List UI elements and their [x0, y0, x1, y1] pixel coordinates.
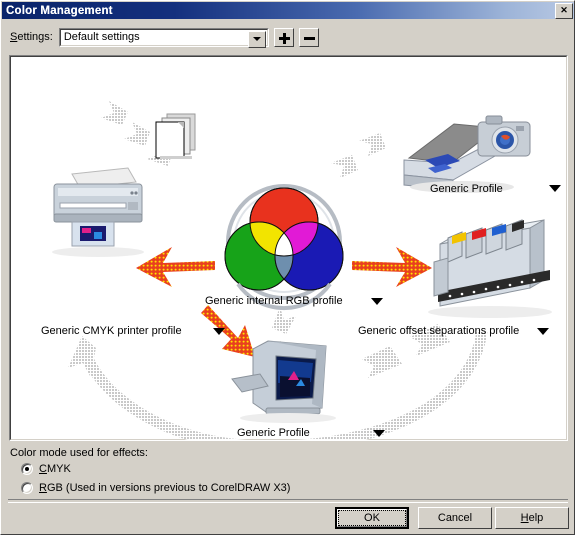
settings-combobox[interactable]: Default settings [58, 27, 269, 48]
rgb-profile-label: Generic internal RGB profile [205, 295, 343, 307]
offset-profile-label: Generic offset separations profile [358, 325, 520, 337]
help-button[interactable]: Help [495, 507, 569, 529]
radio-rgb[interactable]: RGB (Used in versions previous to CorelD… [21, 482, 290, 494]
rgb-venn-icon [224, 184, 344, 311]
radio-cmyk[interactable]: CMYK [21, 463, 71, 475]
arrow-rgb-to-monitor [201, 305, 255, 357]
offset-profile-dropdown-icon[interactable] [537, 328, 549, 335]
printer-profile-label: Generic CMYK printer profile [41, 325, 182, 337]
rgb-profile-dropdown-icon[interactable] [371, 298, 383, 305]
settings-label: Settings: [10, 31, 53, 43]
color-management-dialog: Color Management ✕ Settings: Default set… [0, 0, 575, 535]
settings-row: Settings: Default settings [10, 27, 570, 48]
scanner-camera-icon [403, 115, 531, 193]
printer-profile-dropdown-icon[interactable] [213, 328, 225, 335]
arrow-rgb-to-printer [136, 247, 215, 287]
printer-icon [52, 167, 144, 257]
arrow-rgb-to-offset [352, 247, 432, 287]
title-bar-buttons: ✕ [555, 2, 573, 19]
close-icon[interactable]: ✕ [555, 2, 573, 19]
add-settings-button[interactable] [273, 27, 294, 47]
title-bar[interactable]: Color Management ✕ [2, 2, 574, 19]
chevron-down-icon[interactable] [247, 30, 266, 48]
window-title: Color Management [6, 4, 113, 17]
scanner-profile-dropdown-icon[interactable] [549, 185, 561, 192]
remove-settings-button[interactable] [298, 27, 319, 47]
radio-cmyk-indicator[interactable] [21, 463, 33, 475]
ok-button[interactable]: OK [335, 507, 409, 529]
radio-cmyk-label: CMYK [39, 463, 71, 475]
color-workflow-diagram: Generic Profile Generic internal RGB pro… [9, 55, 568, 441]
documents-icon [155, 113, 196, 159]
footer-divider [8, 499, 568, 503]
arrow-scanner-to-rgb [331, 133, 386, 178]
scanner-profile-label: Generic Profile [430, 183, 503, 195]
monitor-profile-label: Generic Profile [237, 427, 310, 439]
radio-rgb-label: RGB (Used in versions previous to CorelD… [39, 482, 291, 494]
monitor-profile-dropdown-icon[interactable] [373, 430, 385, 437]
radio-rgb-indicator[interactable] [21, 482, 33, 494]
settings-combobox-value: Default settings [63, 31, 140, 43]
diagram-graphics [52, 101, 552, 440]
cancel-button[interactable]: Cancel [418, 507, 492, 529]
offset-press-icon [428, 219, 552, 318]
color-mode-group-label: Color mode used for effects: [10, 447, 148, 459]
